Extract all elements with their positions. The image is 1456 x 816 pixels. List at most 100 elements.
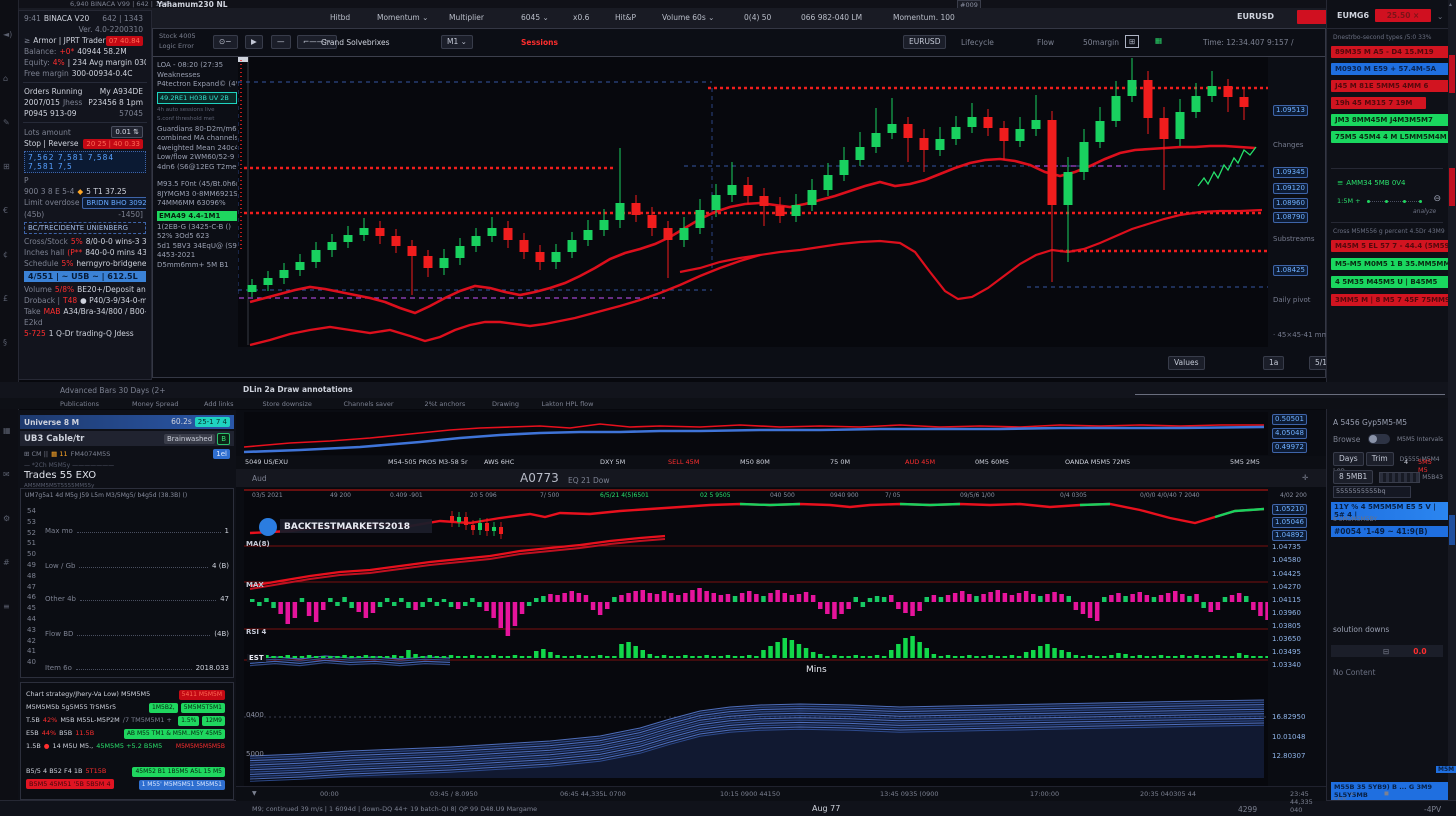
- bottom-tab-7[interactable]: AUD 45M: [905, 458, 935, 466]
- bottom-tab-2[interactable]: AWS 6HC: [484, 458, 514, 466]
- overview-spark-chart[interactable]: [244, 412, 1268, 455]
- signal-row-red[interactable]: M45M 5 EL 57 7 - 44.4 (5M59: [1331, 240, 1450, 252]
- calendar-icon[interactable]: ▦: [1155, 36, 1162, 45]
- watch-selected-row[interactable]: 4/551 | ~ U5B ~ | 612.5L: [24, 271, 146, 282]
- menu-item-8[interactable]: 066 982-040 LM: [801, 13, 862, 22]
- alert-row[interactable]: Chart strategy/Jhery-Va Low) M5M5M55411 …: [21, 687, 233, 700]
- chart-tool-2-icon[interactable]: —: [271, 35, 291, 49]
- menu-item-0[interactable]: Hitbd: [330, 13, 350, 22]
- rail-icon-13-icon[interactable]: ≡: [3, 602, 10, 611]
- signal-row-green[interactable]: M5-M5 M0M5 1 B 35.MM5MM: [1331, 258, 1450, 270]
- watch-row[interactable]: Equity:4%| 234 Avg margin 030: [19, 57, 151, 68]
- watch-row[interactable]: ≥Armor | JPRT Trader07 40.84: [19, 35, 151, 46]
- watch-row[interactable]: Ver. 4.0-2200310: [19, 24, 151, 35]
- watchlist-selected-row[interactable]: Universe 8 M60.2s25-1 7 4: [20, 415, 234, 429]
- browse-toggle[interactable]: [1368, 434, 1390, 444]
- price-tag[interactable]: 1.09513: [1273, 105, 1308, 116]
- rail-icon-7-icon[interactable]: §: [3, 338, 7, 347]
- depth-row[interactable]: Other 4b47: [45, 595, 229, 603]
- rail-icon-9-icon[interactable]: ▦: [3, 426, 11, 435]
- bottom-tab-0[interactable]: 5049 US/EXU: [245, 458, 288, 466]
- watch-row[interactable]: Inches hall(P**840-0-0 mins 4328: [19, 247, 151, 258]
- watch-row[interactable]: Droback |T48● P40/3-9/34-0-mach-d: [19, 295, 151, 306]
- watch-row[interactable]: Stop | Reverse20 25 | 40 0.33: [19, 138, 151, 149]
- order-row-blue[interactable]: M0930 M E59 + 57.4M-5A: [1331, 63, 1450, 75]
- b1-button[interactable]: 8 5MB1: [1333, 470, 1373, 484]
- slider-minus-icon[interactable]: ⊖: [1433, 194, 1441, 204]
- rail-icon-2-icon[interactable]: ✎: [3, 118, 10, 127]
- depth-row[interactable]: Max mo1: [45, 527, 229, 535]
- rail-icon-6-icon[interactable]: £: [3, 294, 8, 303]
- watch-row[interactable]: P0945 913-0957045: [19, 108, 151, 119]
- trim-button[interactable]: Trim: [1366, 452, 1394, 466]
- depth-row[interactable]: Flow BD(4B): [45, 630, 229, 638]
- blue-bar-2[interactable]: #0054 '1-49 ~ 41:9(B): [1331, 526, 1449, 537]
- right-scrollbar[interactable]: ▴: [1448, 0, 1456, 816]
- cable-row[interactable]: UB3 Cable/trBrainwashedB: [20, 431, 234, 446]
- bottom-tab-3[interactable]: DXY 5M: [600, 458, 625, 466]
- price-tag[interactable]: 1.08790: [1273, 212, 1308, 223]
- indicator-chart-canvas[interactable]: BACKTESTMARKETS2018: [244, 488, 1268, 786]
- risk-slider[interactable]: 1:5M +⊖: [1337, 196, 1441, 206]
- bottom-tab-8[interactable]: 0M5 60M5: [975, 458, 1009, 466]
- bottom-tab-1[interactable]: M54-505 PROS M3-58 5r: [388, 458, 468, 466]
- chart-right-tool-0[interactable]: EURUSD: [903, 35, 946, 49]
- watch-row[interactable]: Lots amount0.01 ⇅: [19, 126, 151, 138]
- draw-menu-item-4[interactable]: Channels saver: [344, 400, 394, 408]
- watch-row[interactable]: 5-7251 Q-Dr trading-Q Jdess: [19, 328, 151, 339]
- order-row-red[interactable]: 19h 45 M315 7 19M: [1331, 97, 1426, 109]
- watch-row[interactable]: Limit overdoseBRIDN BHO 3092 52-: [19, 197, 151, 209]
- price-tag[interactable]: 1.09120: [1273, 183, 1308, 194]
- chart-right-tool-2[interactable]: Flow: [1037, 38, 1054, 47]
- watch-row[interactable]: TakeMABA34/Bra-34/800 / B00-: [19, 306, 151, 317]
- chart-right-tool-1[interactable]: Lifecycle: [961, 38, 994, 47]
- alert-row[interactable]: B5M5 45M51 '5B 5B5M 41 M55' M5M5M51 5M5M…: [21, 777, 233, 790]
- order-row-red[interactable]: 89M35 M A5 - D4 15.M19: [1331, 46, 1450, 58]
- menu-item-7[interactable]: 0(4) 50: [744, 13, 771, 22]
- mini-row[interactable]: ⊞ CM ||▦ 11FM4074M5S1el: [20, 448, 234, 459]
- alert-row[interactable]: 1.5B●14 M5U M5.,45M5M5 +5.2 B5M5M5M5M5M5…: [21, 739, 233, 752]
- blue-bar-3[interactable]: M55B 35 5YB9) B ... G 3M9 5L5Y5MB: [1331, 782, 1449, 800]
- days-button[interactable]: Days: [1333, 452, 1364, 466]
- bottom-tab-9[interactable]: OANDA M5M5 72M5: [1065, 458, 1130, 466]
- striped-range[interactable]: [1379, 472, 1420, 483]
- watch-row[interactable]: 9:41BINACA V20642 | 1343: [19, 13, 151, 24]
- menu-item-9[interactable]: Momentum. 100: [893, 13, 955, 22]
- order-row-red[interactable]: J45 M 81E 5MM5 4MM 6: [1331, 80, 1450, 92]
- chart-tool-1-icon[interactable]: ▶: [245, 35, 263, 49]
- watch-row[interactable]: E2kd: [19, 317, 151, 328]
- price-tag[interactable]: 1.08960: [1273, 198, 1308, 209]
- expand-icon[interactable]: ✛: [1302, 473, 1308, 482]
- menu-item-4[interactable]: x0.6: [573, 13, 589, 22]
- alert-row[interactable]: B5/5 4 B52 F4 1B5T15B45M52 B1 1B5M5 A5L …: [21, 764, 233, 777]
- alert-row[interactable]: T.5B42%M5B M55L-M5P2M/7 TM5M5M1 +1.5%12M…: [21, 713, 233, 726]
- price-tag[interactable]: 1.09345: [1273, 167, 1308, 178]
- chart-right-tool-3[interactable]: 50margin: [1083, 38, 1119, 47]
- session-button[interactable]: Sessions: [521, 38, 558, 47]
- watch-row[interactable]: 900 3 8 E 5-4◆5 T1 37.25: [19, 186, 151, 197]
- watch-row[interactable]: Schedule5%herngyro-bridgeness: [19, 258, 151, 269]
- bottom-tab-6[interactable]: 75 0M: [830, 458, 850, 466]
- watch-row[interactable]: (45b)-1450]: [19, 209, 151, 220]
- nav-badge[interactable]: M5M: [1436, 766, 1456, 773]
- draw-menu-item-5[interactable]: 2%t anchors: [425, 400, 466, 408]
- rail-icon-3-icon[interactable]: ⊞: [3, 162, 10, 171]
- right-sell-button[interactable]: 25.50 ×: [1375, 9, 1431, 22]
- menu-item-5[interactable]: Hit&P: [615, 13, 636, 22]
- watch-row[interactable]: Orders RunningMy A934DE: [19, 86, 151, 97]
- right-caret-icon[interactable]: ⌄: [1437, 12, 1443, 21]
- text-input[interactable]: 5555555555bq: [1333, 486, 1411, 498]
- order-row-green[interactable]: 75M5 45M4 4 M L5MM5M4M: [1331, 131, 1450, 143]
- rail-icon-1-icon[interactable]: ⌂: [3, 74, 8, 83]
- menu-item-2[interactable]: Multiplier: [449, 13, 484, 22]
- bottom-tab-12[interactable]: 5M5 M5: [1418, 458, 1432, 474]
- bottom-tab-11[interactable]: 4: [1404, 458, 1408, 466]
- bottom-tab-4[interactable]: SELL 45M: [668, 458, 699, 466]
- rail-icon-10-icon[interactable]: ✉: [3, 470, 10, 479]
- main-chart-canvas[interactable]: [238, 57, 1268, 347]
- axis-square-icon[interactable]: ◼: [1384, 790, 1389, 797]
- chart-grid-label[interactable]: Grand Solvebrixes: [321, 38, 390, 47]
- rail-icon-4-icon[interactable]: €: [3, 206, 8, 215]
- timeframe-select[interactable]: M1 ⌄: [441, 35, 473, 49]
- draw-menu-item-7[interactable]: Lakton HPL flow: [542, 400, 594, 408]
